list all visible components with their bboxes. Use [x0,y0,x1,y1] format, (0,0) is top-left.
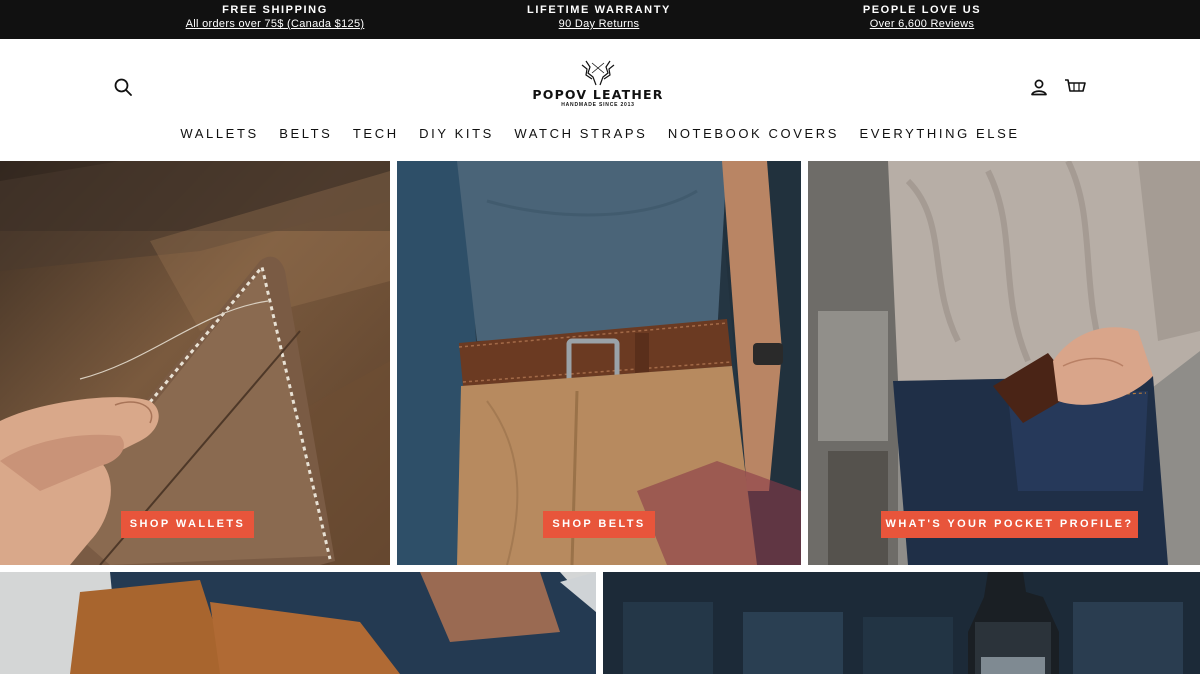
nav-item-watch-straps[interactable]: WATCH STRAPS [514,125,647,143]
promo-title: PEOPLE LOVE US [862,4,982,16]
brand-logo[interactable]: POPOV LEATHER HANDMADE SINCE 2013 [530,59,666,119]
promo-link[interactable]: Over 6,600 Reviews [792,17,1052,31]
belts-tile[interactable]: SHOP BELTS [397,161,801,565]
nav-item-everything-else[interactable]: EVERYTHING ELSE [860,125,1020,143]
user-icon [1031,79,1047,96]
notebook-tile[interactable] [0,572,596,674]
pocket-photo [808,161,1200,565]
notebook-photo [0,572,596,674]
promo-title: LIFETIME WARRANTY [527,4,671,16]
leather-care-tile[interactable] [603,572,1200,674]
search-button[interactable] [111,75,135,99]
nav-item-wallets[interactable]: WALLETS [180,125,258,143]
shop-wallets-button[interactable]: SHOP WALLETS [121,511,254,538]
wallet-photo [0,161,390,565]
nav-item-belts[interactable]: BELTS [279,125,332,143]
brand-tagline: HANDMADE SINCE 2013 [561,102,635,108]
wallets-tile[interactable]: SHOP WALLETS [0,161,390,565]
promo-free-shipping: FREE SHIPPING All orders over 75$ (Canad… [145,4,405,31]
cart-icon [1065,79,1086,92]
promo-link[interactable]: 90 Day Returns [469,17,729,31]
pocket-profile-tile[interactable]: WHAT'S YOUR POCKET PROFILE? [808,161,1200,565]
belt-photo [397,161,801,565]
nav-item-diy-kits[interactable]: DIY KITS [419,125,494,143]
account-button[interactable] [1027,75,1051,99]
promo-reviews: PEOPLE LOVE US Over 6,600 Reviews [792,4,1052,31]
promo-title: FREE SHIPPING [222,4,328,16]
site-header: POPOV LEATHER HANDMADE SINCE 2013 WALLET… [0,39,1200,161]
shop-belts-button[interactable]: SHOP BELTS [543,511,655,538]
promo-lifetime-warranty: LIFETIME WARRANTY 90 Day Returns [469,4,729,31]
brand-name: POPOV LEATHER [532,87,664,102]
main-nav: WALLETS BELTS TECH DIY KITS WATCH STRAPS… [0,125,1200,143]
promo-link[interactable]: All orders over 75$ (Canada $125) [145,17,405,31]
cart-button[interactable] [1062,75,1086,99]
nav-item-notebook-covers[interactable]: NOTEBOOK COVERS [668,125,839,143]
care-product-photo [603,572,1200,674]
pocket-profile-button[interactable]: WHAT'S YOUR POCKET PROFILE? [881,511,1138,538]
nav-item-tech[interactable]: TECH [353,125,399,143]
logo-hands-icon [581,60,615,86]
announcement-bar: FREE SHIPPING All orders over 75$ (Canad… [0,0,1200,39]
search-icon [114,78,132,96]
